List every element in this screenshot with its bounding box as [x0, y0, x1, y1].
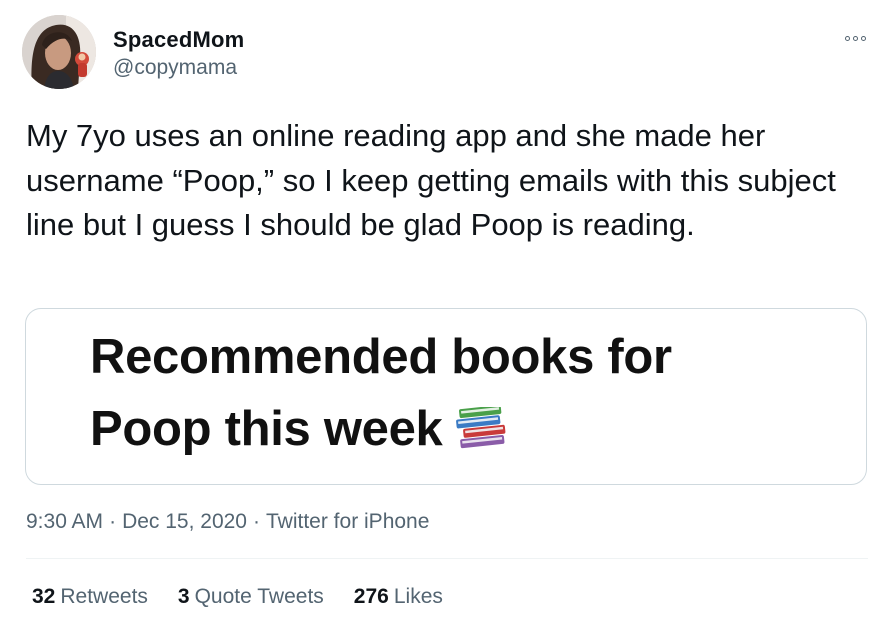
tweet-date[interactable]: Dec 15, 2020: [122, 510, 247, 533]
more-dot: [844, 35, 850, 41]
more-dot: [860, 35, 866, 41]
quote-tweets-count: 3: [177, 585, 190, 608]
more-dot: [852, 35, 858, 41]
display-name[interactable]: SpacedMom: [113, 27, 244, 53]
tweet-card: SpacedMom @copymama My 7yo uses an onlin…: [0, 0, 896, 633]
divider: [26, 558, 868, 559]
tweet-text: My 7yo uses an online reading app and sh…: [26, 118, 836, 242]
quote-tweets-label: Quote Tweets: [194, 585, 324, 608]
retweets-label: Retweets: [60, 585, 148, 608]
tweet-source[interactable]: Twitter for iPhone: [266, 510, 429, 533]
separator: ·: [109, 510, 117, 533]
books-icon: [455, 407, 505, 449]
tweet-metadata: 9:30 AM · Dec 15, 2020 · Twitter for iPhone: [26, 510, 429, 534]
avatar[interactable]: [22, 15, 96, 89]
retweets-stat[interactable]: 32 Retweets: [32, 585, 148, 609]
more-options-icon[interactable]: [840, 30, 870, 46]
avatar-photo: [22, 15, 96, 89]
separator: ·: [253, 510, 260, 533]
quote-tweets-stat[interactable]: 3 Quote Tweets: [178, 585, 324, 609]
tweet-time[interactable]: 9:30 AM: [26, 510, 103, 533]
retweets-count: 32: [32, 585, 56, 608]
engagement-stats: 32 Retweets 3 Quote Tweets 276 Likes: [32, 585, 443, 609]
likes-count: 276: [353, 585, 389, 608]
media-text: Recommended books for Poop this week: [90, 321, 672, 465]
likes-label: Likes: [393, 585, 443, 608]
media-line-2: Poop this week: [90, 393, 672, 465]
user-handle[interactable]: @copymama: [113, 56, 237, 80]
media-image[interactable]: Recommended books for Poop this week: [25, 308, 867, 485]
media-line-1: Recommended books for: [90, 330, 672, 384]
likes-stat[interactable]: 276 Likes: [354, 585, 443, 609]
